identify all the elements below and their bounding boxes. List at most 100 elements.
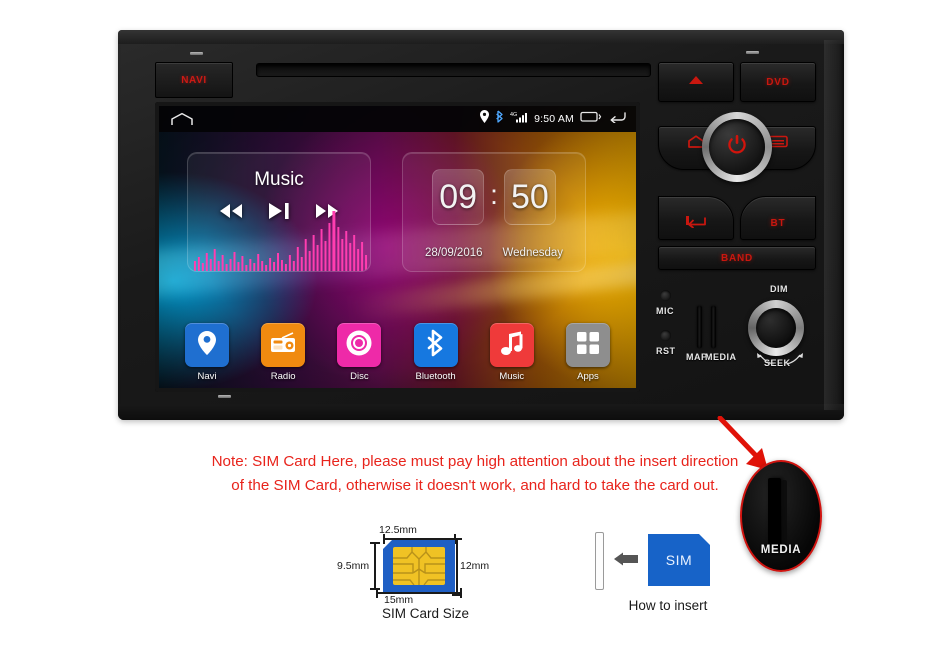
app-disc[interactable]: Disc xyxy=(333,323,385,382)
band-button-label: BAND xyxy=(720,252,754,264)
left-arrow-icon xyxy=(614,552,640,571)
media-sim-card-slot[interactable] xyxy=(711,306,716,348)
power-knob-face[interactable] xyxy=(709,119,765,175)
power-icon xyxy=(727,134,747,161)
sim-dim-left: 9.5mm xyxy=(337,560,370,572)
touchscreen[interactable]: 4G 9:50 AM Music 09: 50 28/09/2016 Wedn… xyxy=(159,106,636,388)
status-clock: 9:50 AM xyxy=(534,113,574,125)
app-bluetooth-label: Bluetooth xyxy=(415,371,456,382)
eject-triangle-icon xyxy=(688,73,704,91)
app-disc-tile[interactable] xyxy=(337,323,382,367)
app-radio-label: Radio xyxy=(270,371,296,382)
band-button[interactable]: BAND xyxy=(658,246,816,270)
navi-button[interactable]: NAVI xyxy=(155,62,233,98)
dvd-button[interactable]: DVD xyxy=(740,62,816,102)
how-to-insert-diagram: SIM How to insert xyxy=(588,522,748,622)
dim-seek-knob[interactable] xyxy=(748,300,804,356)
app-navi-label: Navi xyxy=(197,371,217,382)
tick xyxy=(456,538,458,595)
app-apps-label: Apps xyxy=(577,371,599,382)
signal-4g-icon: 4G xyxy=(510,110,528,128)
bt-button[interactable]: BT xyxy=(740,196,816,240)
bluetooth-icon xyxy=(495,110,504,128)
device-top-bezel xyxy=(118,30,844,44)
back-arrow-icon[interactable] xyxy=(608,110,628,128)
app-music-label: Music xyxy=(499,371,525,382)
navi-button-label: NAVI xyxy=(181,74,207,86)
app-navi[interactable]: Navi xyxy=(181,323,233,382)
radio-icon xyxy=(269,331,297,360)
rst-label: RST xyxy=(656,346,676,356)
sim-diagram-caption: SIM Card Size xyxy=(381,606,470,621)
sim-dim-bottom: 15mm xyxy=(384,594,414,606)
location-pin-icon xyxy=(480,110,490,128)
reset-hole[interactable] xyxy=(660,330,671,341)
back-button[interactable] xyxy=(658,196,734,240)
clock-minutes: 50 xyxy=(503,169,556,225)
recents-icon[interactable] xyxy=(580,110,602,128)
seek-label: SEEK xyxy=(764,358,791,368)
note-line-1: Note: SIM Card Here, please must pay hig… xyxy=(211,453,739,470)
status-icon-group: 4G 9:50 AM xyxy=(480,110,628,128)
app-navi-tile[interactable] xyxy=(185,323,229,367)
clock-hours: 09 xyxy=(432,169,485,225)
bluetooth-icon xyxy=(426,329,446,362)
disc-icon xyxy=(345,329,373,362)
callout-slot-shadow xyxy=(782,480,787,548)
tick xyxy=(383,538,455,540)
callout-slot-shape xyxy=(768,478,781,550)
app-bluetooth[interactable]: Bluetooth xyxy=(410,323,462,382)
sim-card-size-diagram: 12.5mm 15mm 9.5mm 12mm SIM Card Size xyxy=(337,512,513,622)
app-dock: Navi Radio Disc Bluetooth Music Apps xyxy=(159,323,636,382)
app-disc-label: Disc xyxy=(350,371,369,382)
callout-media-label: MEDIA xyxy=(760,544,802,556)
insert-card-label: SIM xyxy=(665,552,693,568)
mic-label: MIC xyxy=(656,306,674,316)
insert-diagram-caption: How to insert xyxy=(628,598,708,613)
tick xyxy=(376,592,462,594)
music-widget[interactable]: Music xyxy=(187,152,371,272)
audio-spectrum xyxy=(193,211,368,271)
location-pin-icon xyxy=(197,330,217,361)
map-card-slot[interactable] xyxy=(697,306,702,348)
mic-hole xyxy=(660,290,671,301)
bottom-indicator-led xyxy=(218,395,231,398)
media-label: MEDIA xyxy=(705,352,737,362)
music-widget-title: Music xyxy=(254,169,304,190)
dim-knob-face[interactable] xyxy=(756,308,796,348)
app-bluetooth-tile[interactable] xyxy=(413,323,458,367)
clock-weekday: Wednesday xyxy=(502,247,564,259)
sim-card-insert-illustration: SIM xyxy=(648,534,710,586)
lower-hardware-strip: MIC RST MAP MEDIA DIM SEEK xyxy=(648,282,828,382)
bt-button-label: BT xyxy=(770,217,786,229)
clock-date: 28/09/2016 xyxy=(424,247,483,259)
tick xyxy=(374,542,376,589)
volume-power-knob[interactable] xyxy=(702,112,772,182)
music-note-icon xyxy=(500,330,524,361)
media-slot-callout: MEDIA xyxy=(740,460,822,572)
eject-button[interactable] xyxy=(658,62,734,102)
app-music[interactable]: Music xyxy=(486,323,538,382)
sim-chip-contacts xyxy=(393,547,445,585)
status-bar: 4G 9:50 AM xyxy=(159,106,636,132)
sim-dim-right: 12mm xyxy=(460,560,490,572)
navi-indicator-led xyxy=(190,52,203,55)
app-apps[interactable]: Apps xyxy=(562,323,614,382)
clock-colon: : xyxy=(490,179,498,210)
home-outline-icon[interactable] xyxy=(169,112,195,126)
svg-text:4G: 4G xyxy=(510,112,517,118)
app-radio-tile[interactable] xyxy=(261,323,306,367)
back-arrow-icon xyxy=(685,214,707,233)
car-stereo-unit: NAVI 4G 9:50 AM Music 09: 50 28/09/2016… xyxy=(118,30,844,420)
app-radio[interactable]: Radio xyxy=(257,323,309,382)
dim-label: DIM xyxy=(770,284,788,294)
screen-bezel: 4G 9:50 AM Music 09: 50 28/09/2016 Wedn… xyxy=(155,102,640,392)
sim-dim-top: 12.5mm xyxy=(379,524,417,536)
dvd-button-label: DVD xyxy=(766,76,790,88)
disc-slot[interactable] xyxy=(256,63,651,77)
clock-widget[interactable]: 09 : 50 28/09/2016 Wednesday xyxy=(402,152,586,272)
app-music-tile[interactable] xyxy=(489,323,534,367)
app-apps-tile[interactable] xyxy=(565,323,610,367)
grid-apps-icon xyxy=(576,331,600,360)
clock-subline: 28/09/2016 Wednesday xyxy=(403,247,585,259)
